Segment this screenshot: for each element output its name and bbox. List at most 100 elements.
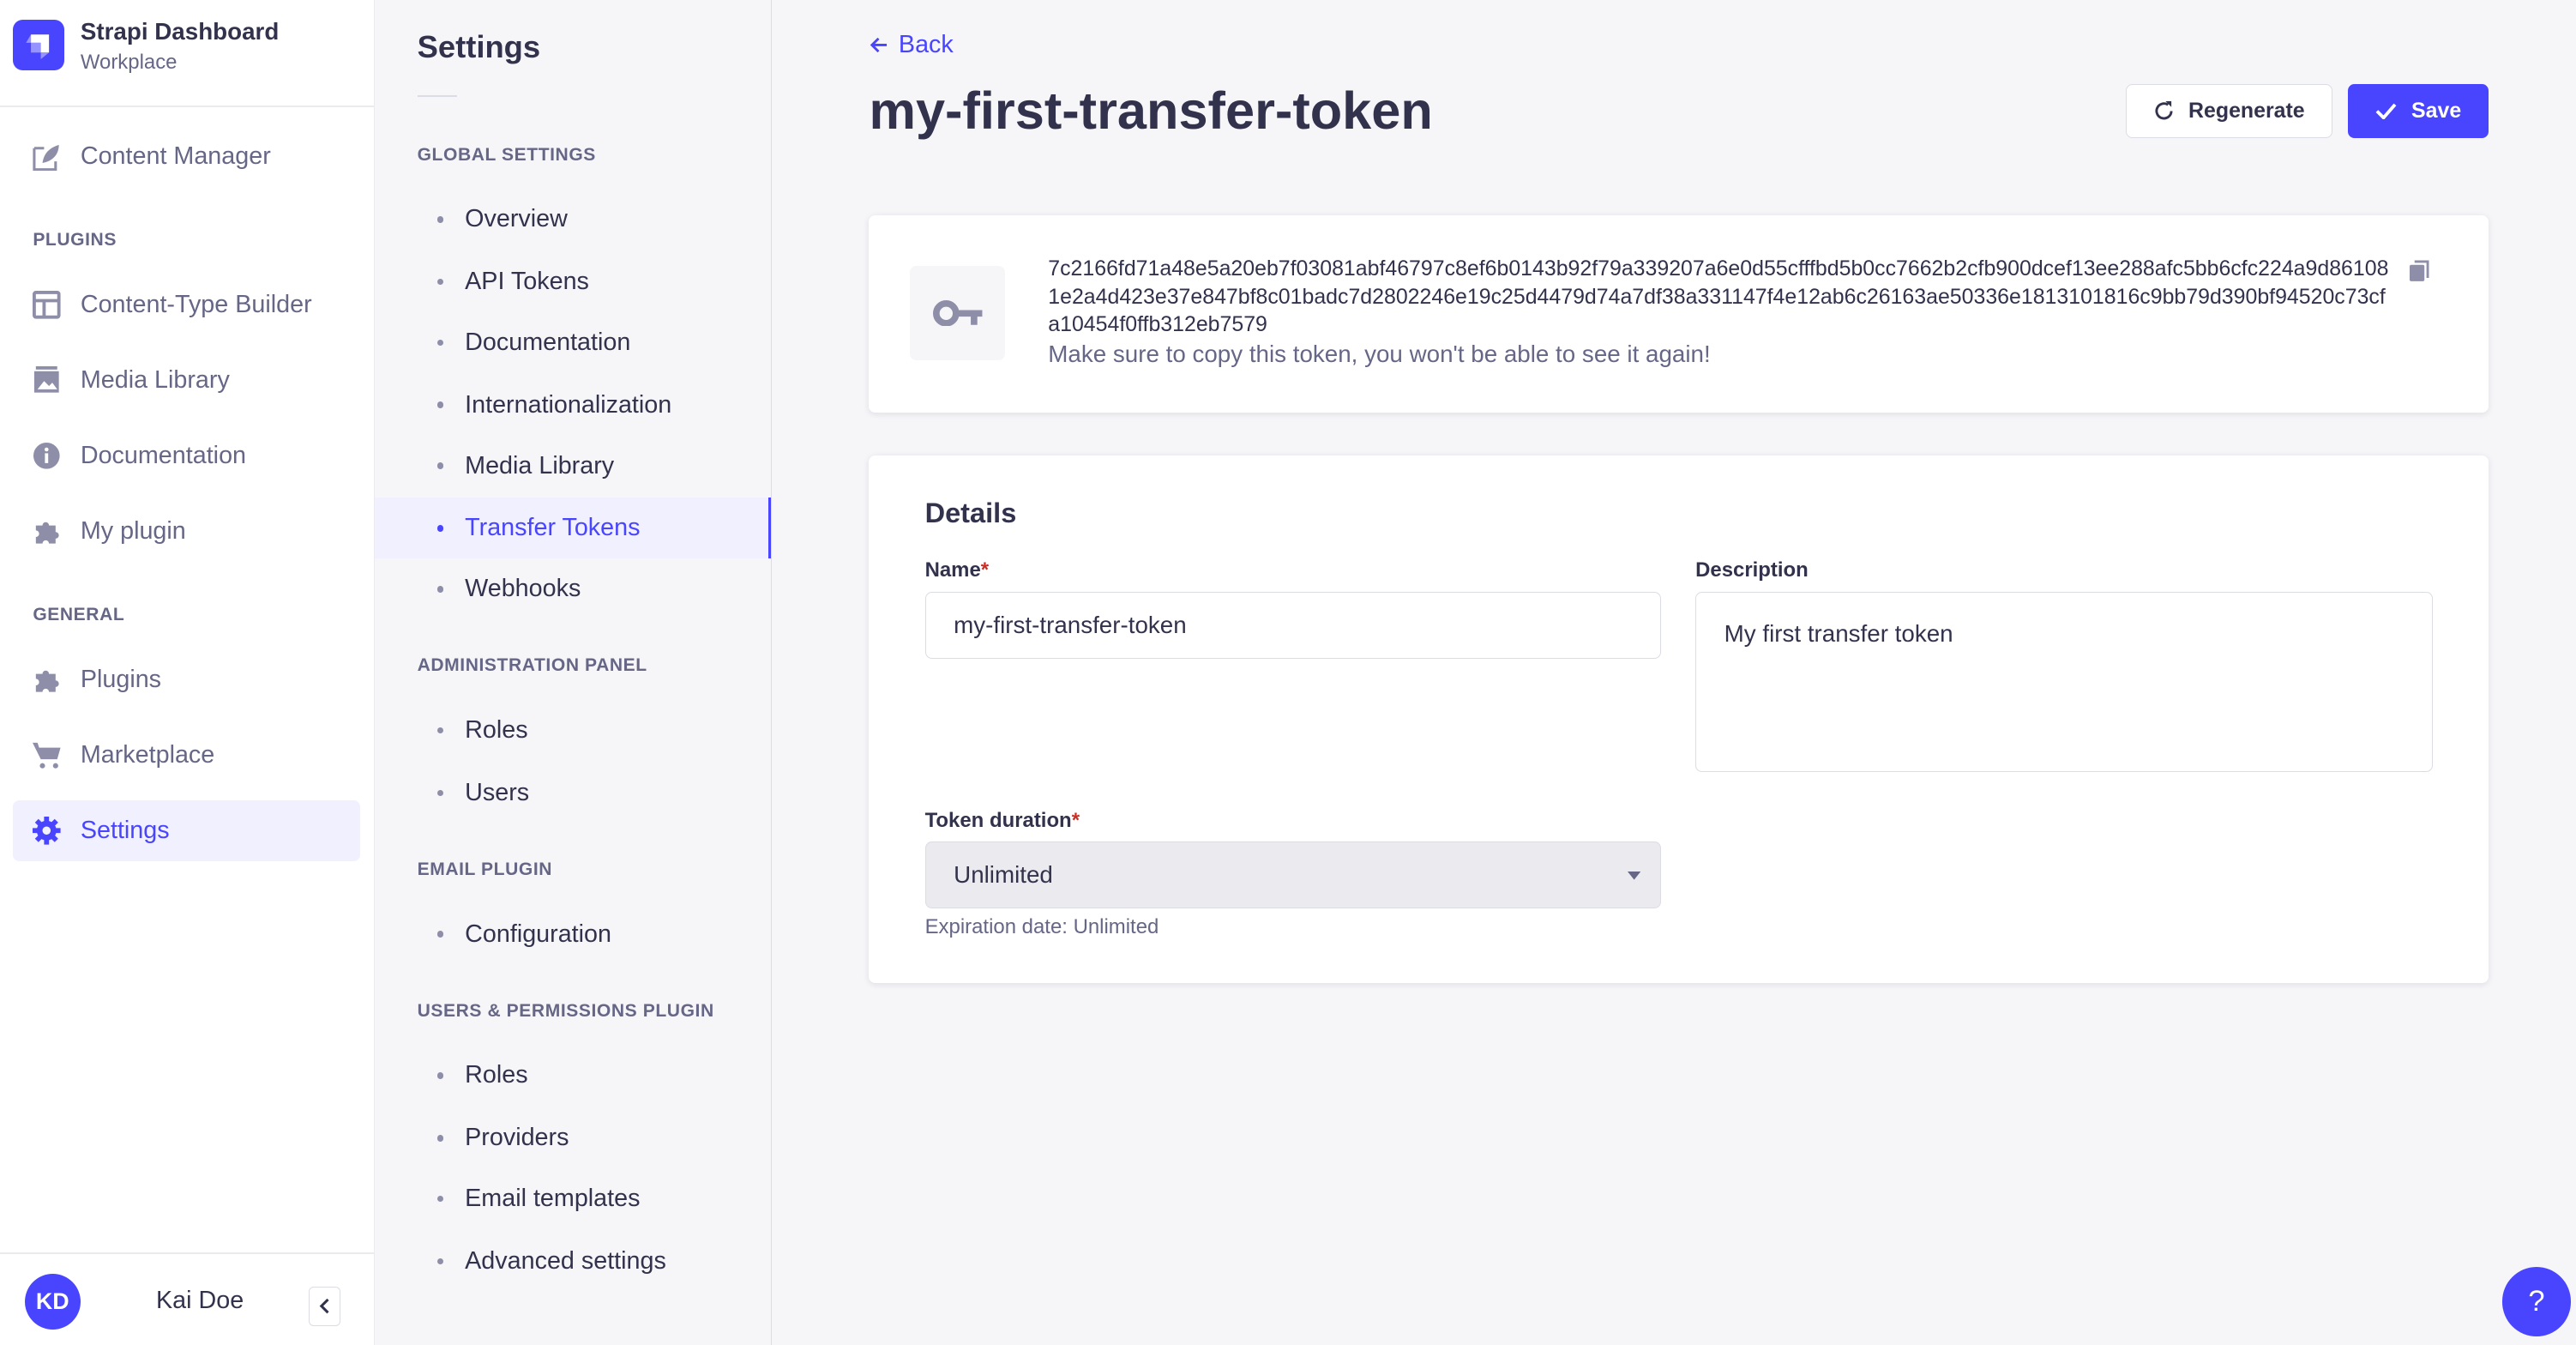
subnav-roles[interactable]: Roles [375,700,771,761]
expiration-hint: Expiration date: Unlimited [924,915,1159,939]
collapse-nav-button[interactable] [309,1287,340,1327]
subnav-documentation[interactable]: Documentation [375,312,771,373]
app-title: Strapi Dashboard [80,18,280,45]
subnav-providers[interactable]: Providers [375,1107,771,1168]
subnav-label: Transfer Tokens [465,514,641,542]
save-button[interactable]: Save [2347,83,2489,138]
duration-label-text: Token duration [924,808,1072,832]
puzzle-icon [33,666,61,694]
subnav-label: Media Library [465,451,615,479]
description-label: Description [1695,558,1809,582]
subnav-up-roles[interactable]: Roles [375,1045,771,1106]
name-label-text: Name [924,558,981,582]
divider [0,1252,375,1254]
token-card: 7c2166fd71a48e5a20eb7f03081abf46797c8ef6… [869,214,2489,413]
duration-label: Token duration* [925,809,1080,833]
subnav-label: Internationalization [465,390,672,419]
nav-label: Settings [80,816,170,844]
nav-label: Marketplace [80,740,215,769]
subnav-configuration[interactable]: Configuration [375,904,771,965]
nav-label: Plugins [80,665,162,693]
caret-down-icon [1627,872,1640,880]
nav-content-type-builder[interactable]: Content-Type Builder [13,274,359,335]
nav-media-library[interactable]: Media Library [13,350,359,411]
divider [417,95,457,98]
feather-icon [33,143,61,172]
section-header: USERS & PERMISSIONS PLUGIN [417,1000,714,1021]
help-button[interactable]: ? [2501,1267,2572,1336]
nav-label: Documentation [80,442,247,470]
name-input[interactable]: my-first-transfer-token [924,591,1661,660]
nav-label: Content Manager [80,142,271,171]
subnav-webhooks[interactable]: Webhooks [375,558,771,619]
refresh-icon [2155,100,2173,120]
subnav-media-library[interactable]: Media Library [375,436,771,497]
divider [0,105,375,107]
key-icon-box [910,266,1006,360]
settings-subnav: Settings GLOBAL SETTINGS Overview API To… [374,0,773,1345]
subnav-label: Roles [465,1061,528,1089]
subnav-label: API Tokens [465,268,589,296]
subnav-advanced-settings[interactable]: Advanced settings [375,1231,771,1292]
details-card: Details Name* my-first-transfer-token De… [869,455,2489,983]
user-name: Kai Doe [156,1287,244,1315]
subnav-transfer-tokens[interactable]: Transfer Tokens [374,498,771,559]
nav-label: Content-Type Builder [80,290,312,318]
subnav-label: Webhooks [465,575,581,603]
image-icon [33,366,61,395]
arrow-left-icon [870,38,888,53]
subnav-label: Advanced settings [465,1246,666,1275]
gear-icon [33,817,61,845]
subnav-api-tokens[interactable]: API Tokens [375,251,771,312]
check-icon [2375,103,2397,119]
subnav-label: Providers [465,1124,569,1152]
copy-icon [2410,260,2429,281]
subnav-label: Email templates [465,1185,641,1213]
required-marker: * [1071,808,1080,832]
token-value[interactable]: 7c2166fd71a48e5a20eb7f03081abf46797c8ef6… [1048,255,2388,339]
subnav-label: Users [465,778,530,806]
nav-label: Media Library [80,366,230,394]
duration-select[interactable]: Unlimited [924,841,1661,909]
chevron-left-icon [319,1299,329,1314]
cart-icon [33,741,61,769]
page-title: my-first-transfer-token [869,81,1433,140]
nav-content-manager[interactable]: Content Manager [13,127,359,188]
section-header: ADMINISTRATION PANEL [417,655,647,676]
subnav-label: Overview [465,205,568,233]
back-label: Back [898,31,954,59]
regenerate-button[interactable]: Regenerate [2126,83,2333,138]
nav-my-plugin[interactable]: My plugin [13,501,359,562]
duration-value: Unlimited [954,861,1053,889]
section-header: GLOBAL SETTINGS [417,144,596,165]
description-textarea[interactable]: My first transfer token [1695,591,2434,773]
strapi-logo [13,19,64,71]
nav-documentation[interactable]: Documentation [13,425,359,486]
nav-settings[interactable]: Settings [13,799,360,861]
workspace-name: Workplace [80,51,178,75]
puzzle-icon [33,517,61,546]
nav-plugins[interactable]: Plugins [13,649,359,710]
subnav-label: Documentation [465,328,631,356]
subnav-users[interactable]: Users [375,763,771,823]
key-icon [933,299,983,327]
info-icon [33,442,61,470]
nav-marketplace[interactable]: Marketplace [13,725,359,786]
copy-button[interactable] [2410,258,2431,288]
avatar[interactable]: KD [24,1273,81,1330]
name-label: Name* [925,558,990,582]
main-nav: Strapi Dashboard Workplace Content Manag… [0,0,375,1345]
details-title: Details [924,498,1017,529]
settings-title: Settings [417,29,541,65]
regenerate-label: Regenerate [2188,98,2305,123]
general-header: GENERAL [33,605,125,624]
back-link[interactable]: Back [869,31,954,59]
section-header: EMAIL PLUGIN [417,859,553,879]
subnav-label: Configuration [465,920,611,948]
subnav-email-templates[interactable]: Email templates [375,1168,771,1229]
required-marker: * [980,558,990,582]
subnav-internationalization[interactable]: Internationalization [375,375,771,436]
subnav-overview[interactable]: Overview [375,189,771,250]
nav-label: My plugin [80,517,186,546]
layout-icon [33,291,61,319]
